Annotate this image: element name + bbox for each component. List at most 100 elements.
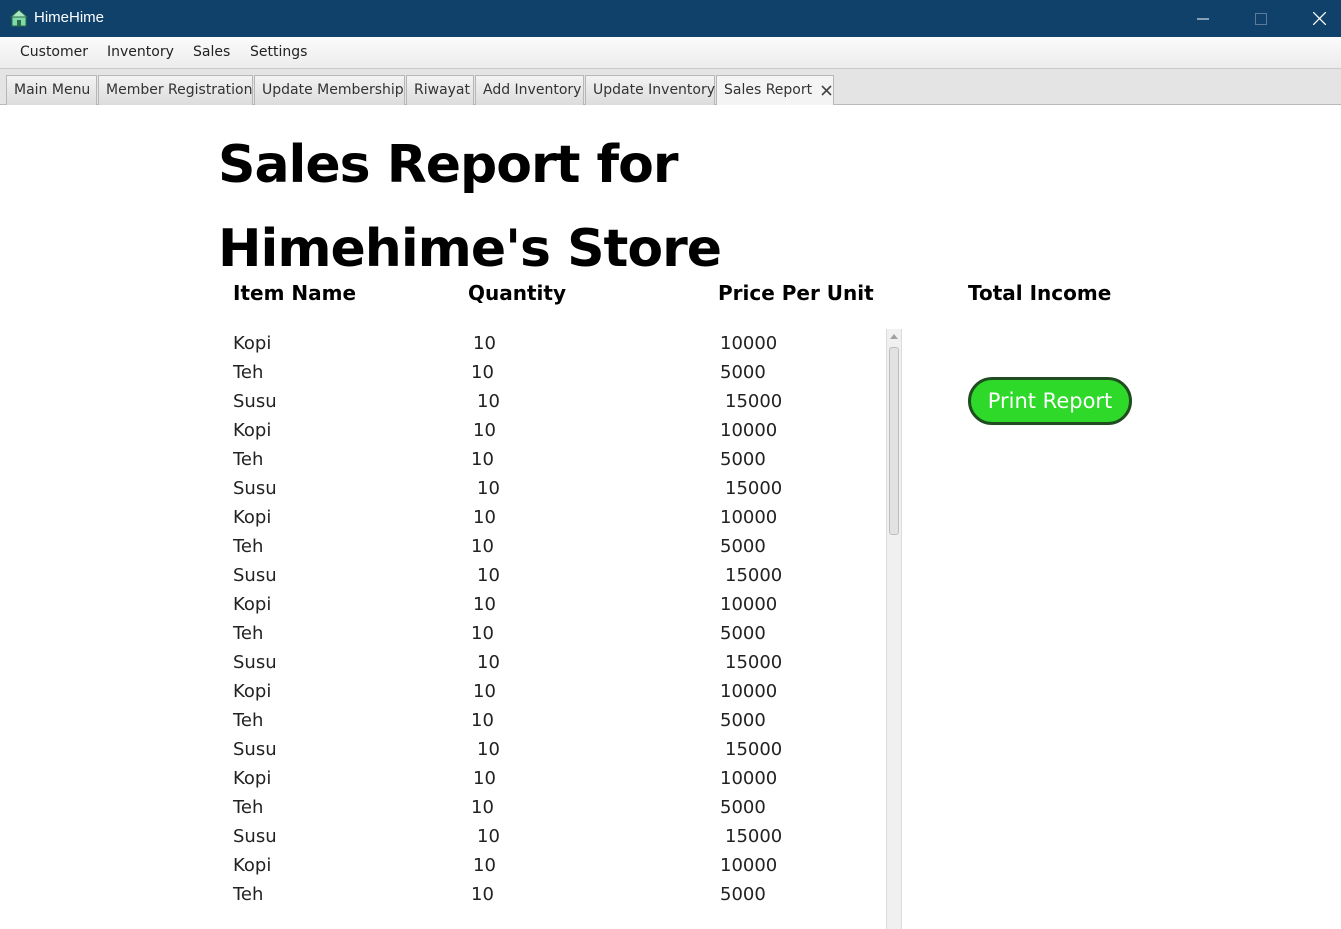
item-price: 10000 [720, 681, 778, 702]
item-price: 5000 [720, 884, 766, 905]
tab-label: Update Inventory [593, 82, 716, 98]
close-icon [1312, 12, 1326, 25]
tab-label: Riwayat [414, 82, 470, 98]
column-header-price-per-unit: Price Per Unit [718, 281, 874, 305]
item-quantity: 10 [477, 565, 500, 586]
item-price: 5000 [720, 362, 766, 383]
column-header-quantity: Quantity [468, 281, 566, 305]
tab-member-registration[interactable]: Member Registration [98, 75, 253, 105]
item-quantity: 10 [471, 884, 494, 905]
tab-label: Sales Report [724, 82, 813, 98]
item-quantity: 10 [473, 333, 496, 354]
item-price: 10000 [720, 855, 778, 876]
print-report-button[interactable]: Print Report [968, 377, 1132, 425]
item-price: 10000 [720, 594, 778, 615]
item-price: 15000 [725, 391, 783, 412]
item-name: Kopi [233, 333, 272, 354]
item-name: Susu [233, 826, 277, 847]
list-item: Kopi 10 10000 [220, 853, 886, 882]
item-price: 10000 [720, 333, 778, 354]
list-item: Teh 10 5000 [220, 708, 886, 737]
menu-sales[interactable]: Sales [193, 44, 230, 60]
item-quantity: 10 [477, 826, 500, 847]
list-item: Teh 10 5000 [220, 795, 886, 824]
item-quantity: 10 [473, 594, 496, 615]
list-scrollbar[interactable] [886, 329, 902, 929]
list-item: Susu 10 15000 [220, 389, 886, 418]
item-quantity: 10 [471, 449, 494, 470]
tab-update-membership[interactable]: Update Membership [254, 75, 405, 105]
item-name: Kopi [233, 768, 272, 789]
tab-main-menu[interactable]: Main Menu [6, 75, 97, 105]
minimize-button[interactable] [1174, 0, 1232, 37]
window-title: HimeHime [34, 9, 105, 26]
close-window-button[interactable] [1290, 0, 1341, 37]
item-quantity: 10 [471, 362, 494, 383]
tab-label: Member Registration [106, 82, 253, 98]
sales-list[interactable]: Kopi 10 10000 Teh 10 5000 Susu 10 15000 Kopi 10 100… [220, 331, 902, 929]
item-quantity: 10 [473, 507, 496, 528]
column-header-item-name: Item Name [233, 281, 357, 305]
item-name: Kopi [233, 507, 272, 528]
item-quantity: 10 [477, 478, 500, 499]
tab-label: Add Inventory [483, 82, 582, 98]
item-quantity: 10 [473, 681, 496, 702]
list-item: Teh 10 5000 [220, 534, 886, 563]
item-quantity: 10 [477, 391, 500, 412]
item-name: Teh [233, 797, 264, 818]
list-item: Kopi 10 10000 [220, 331, 886, 360]
item-name: Susu [233, 739, 277, 760]
menu-bar: Customer Inventory Sales Settings [0, 37, 1341, 69]
list-item: Teh 10 5000 [220, 621, 886, 650]
item-quantity: 10 [477, 739, 500, 760]
maximize-button[interactable] [1232, 0, 1290, 37]
item-quantity: 10 [477, 652, 500, 673]
item-quantity: 10 [473, 768, 496, 789]
item-name: Teh [233, 884, 264, 905]
item-price: 15000 [725, 565, 783, 586]
tab-label: Main Menu [14, 82, 91, 98]
list-item: Kopi 10 10000 [220, 592, 886, 621]
item-name: Susu [233, 391, 277, 412]
list-item: Kopi 10 10000 [220, 505, 886, 534]
item-name: Kopi [233, 420, 272, 441]
list-item: Kopi 10 10000 [220, 418, 886, 447]
store-icon [9, 9, 29, 27]
tab-add-inventory[interactable]: Add Inventory [475, 75, 584, 105]
list-item: Kopi 10 10000 [220, 766, 886, 795]
sales-report-panel: Sales Report for Himehime's Store Item N… [0, 105, 1341, 929]
item-quantity: 10 [471, 797, 494, 818]
menu-settings[interactable]: Settings [250, 44, 307, 60]
title-line-1: Sales Report for [218, 135, 679, 195]
item-quantity: 10 [473, 420, 496, 441]
title-line-2: Himehime's Store [218, 219, 722, 279]
menu-customer[interactable]: Customer [20, 44, 88, 60]
item-name: Kopi [233, 855, 272, 876]
list-item: Teh 10 5000 [220, 882, 886, 911]
item-name: Susu [233, 565, 277, 586]
tab-sales-report[interactable]: Sales Report [716, 75, 834, 106]
scroll-up-arrow-icon[interactable] [887, 329, 901, 343]
list-item: Susu 10 15000 [220, 824, 886, 853]
item-price: 10000 [720, 768, 778, 789]
tab-riwayat[interactable]: Riwayat [406, 75, 474, 105]
scroll-thumb[interactable] [889, 347, 899, 535]
list-item: Teh 10 5000 [220, 360, 886, 389]
close-tab-icon[interactable] [821, 84, 832, 100]
item-name: Susu [233, 478, 277, 499]
list-item: Susu 10 15000 [220, 650, 886, 679]
item-name: Teh [233, 623, 264, 644]
item-name: Kopi [233, 681, 272, 702]
page-title: Sales Report for Himehime's Store [218, 123, 918, 291]
item-name: Kopi [233, 594, 272, 615]
menu-inventory[interactable]: Inventory [107, 44, 174, 60]
item-price: 15000 [725, 478, 783, 499]
tab-update-inventory[interactable]: Update Inventory [585, 75, 715, 105]
item-name: Teh [233, 710, 264, 731]
list-item: Kopi 10 10000 [220, 679, 886, 708]
item-price: 15000 [725, 739, 783, 760]
item-price: 5000 [720, 710, 766, 731]
item-price: 5000 [720, 797, 766, 818]
item-quantity: 10 [473, 855, 496, 876]
tab-label: Update Membership [262, 82, 404, 98]
